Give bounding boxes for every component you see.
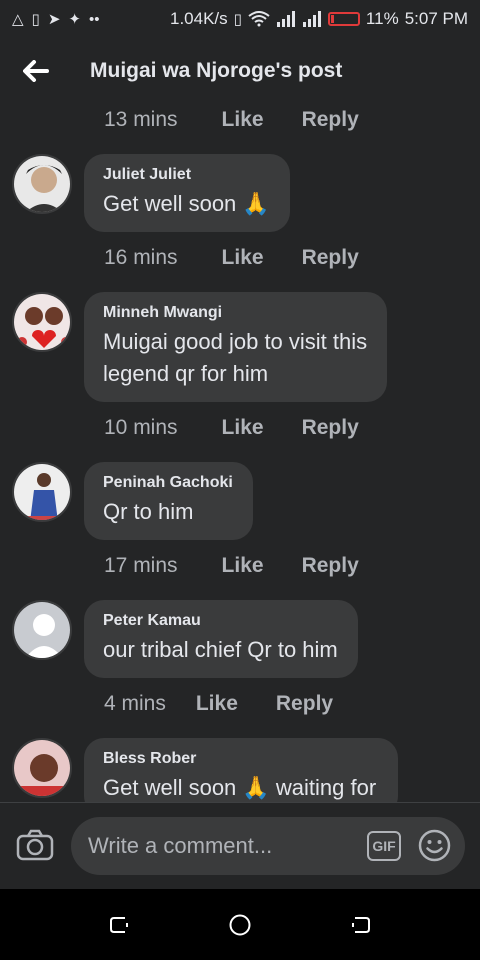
back-nav-button[interactable]: [340, 905, 380, 945]
emoji-icon: [418, 829, 451, 862]
recents-button[interactable]: [100, 905, 140, 945]
default-avatar-icon: [14, 602, 70, 658]
comment-author[interactable]: Juliet Juliet: [103, 166, 270, 184]
comment-text: Qr to him: [103, 499, 194, 524]
comment-time: 4 mins: [104, 692, 166, 715]
back-button[interactable]: [0, 38, 72, 104]
battery-low-icon: [327, 12, 360, 26]
like-button[interactable]: Like: [222, 554, 264, 578]
notification-icon: ▯: [31, 10, 40, 28]
clock: 5:07 PM: [404, 9, 468, 28]
comment-author[interactable]: Peninah Gachoki: [103, 474, 233, 492]
camera-button[interactable]: [16, 829, 56, 863]
system-nav-bar: [0, 889, 480, 960]
avatar[interactable]: [12, 154, 72, 214]
avatar-image: [14, 464, 70, 520]
comment-author[interactable]: Bless Rober: [103, 750, 376, 768]
comment-composer: Write a comment... GIF: [0, 803, 480, 889]
avatar-image: [14, 156, 70, 212]
avatar[interactable]: [12, 462, 72, 522]
network-speed: 1.04K/s: [170, 9, 228, 28]
camera-icon: [16, 829, 54, 861]
home-button[interactable]: [220, 905, 260, 945]
vibrate-icon: ▯: [233, 10, 242, 28]
twitter-icon: ✦: [68, 10, 81, 28]
comment-text: Muigai good job to visit this legend qr …: [103, 326, 367, 390]
avatar-image: [14, 294, 70, 350]
emoji-button[interactable]: [418, 829, 451, 862]
gif-button[interactable]: GIF: [367, 831, 401, 861]
comment-time: 17 mins: [104, 554, 178, 577]
avatar[interactable]: [12, 292, 72, 352]
comment-text: Get well soon 🙏 waiting for: [103, 775, 377, 800]
comment-input[interactable]: Write a comment... GIF: [71, 817, 465, 875]
comments-list[interactable]: 13 mins Like Reply Juliet Juliet Get wel…: [0, 100, 480, 802]
comment-meta-row: 13 mins Like Reply: [0, 100, 480, 140]
comment-item: Juliet Juliet Get well soon 🙏: [0, 154, 480, 232]
signal-icon: [302, 11, 321, 27]
status-bar: △ ▯ ➤ ✦ •• 1.04K/s ▯ 11% 5:07 PM: [0, 0, 480, 38]
comment-item: Peter Kamau our tribal chief Qr to him: [0, 600, 480, 678]
reply-button[interactable]: Reply: [302, 108, 359, 132]
comment-text: Get well soon 🙏: [103, 191, 270, 216]
comment-text-line: Muigai good job to visit this: [103, 329, 368, 354]
avatar[interactable]: [12, 600, 72, 660]
comment-author[interactable]: Peter Kamau: [103, 612, 338, 630]
comment-item: Peninah Gachoki Qr to him: [0, 462, 480, 540]
like-button[interactable]: Like: [222, 108, 264, 132]
comment-meta-row: 16 mins Like Reply: [0, 238, 480, 278]
avatar-image: [14, 740, 70, 796]
comment-bubble[interactable]: Minneh Mwangi Muigai good job to visit t…: [84, 292, 388, 402]
more-dots-icon: ••: [88, 10, 100, 28]
comment-bubble[interactable]: Peninah Gachoki Qr to him: [84, 462, 253, 540]
comment-bubble[interactable]: Juliet Juliet Get well soon 🙏: [84, 154, 290, 232]
back-arrow-icon: [23, 60, 49, 82]
like-button[interactable]: Like: [222, 246, 264, 270]
comment-time: 13 mins: [104, 108, 178, 131]
comment-time: 10 mins: [104, 416, 178, 439]
status-right: 1.04K/s ▯ 11% 5:07 PM: [170, 9, 468, 29]
comment-bubble[interactable]: Bless Rober Get well soon 🙏 waiting for: [84, 738, 399, 802]
comment-item: Bless Rober Get well soon 🙏 waiting for: [0, 738, 480, 802]
comment-time: 16 mins: [104, 246, 178, 269]
alert-icon: △: [12, 10, 24, 28]
reply-button[interactable]: Reply: [302, 246, 359, 270]
recents-icon: [110, 916, 128, 933]
comment-text-line: legend qr for him: [103, 361, 269, 386]
reply-button[interactable]: Reply: [302, 416, 359, 440]
like-button[interactable]: Like: [222, 416, 264, 440]
home-icon: [229, 914, 251, 935]
reply-button[interactable]: Reply: [276, 692, 333, 716]
comment-item: Minneh Mwangi Muigai good job to visit t…: [0, 292, 480, 402]
battery-percent: 11%: [365, 9, 399, 28]
status-left: △ ▯ ➤ ✦ ••: [12, 12, 99, 27]
back-nav-icon: [352, 916, 370, 933]
post-header: Muigai wa Njoroge's post: [0, 38, 480, 104]
comment-text: our tribal chief Qr to him: [103, 637, 338, 662]
comment-bubble[interactable]: Peter Kamau our tribal chief Qr to him: [84, 600, 358, 678]
comment-input-placeholder: Write a comment...: [88, 833, 273, 858]
signal-icon: [276, 11, 295, 27]
comment-meta-row: 4 mins Like Reply: [0, 684, 480, 724]
wifi-icon: [248, 11, 270, 27]
comment-meta-row: 17 mins Like Reply: [0, 546, 480, 586]
telegram-icon: ➤: [47, 10, 61, 28]
avatar[interactable]: [12, 738, 72, 798]
comment-meta-row: 10 mins Like Reply: [0, 408, 480, 448]
comment-author[interactable]: Minneh Mwangi: [103, 304, 367, 322]
page-title: Muigai wa Njoroge's post: [90, 59, 343, 82]
like-button[interactable]: Like: [196, 692, 238, 716]
reply-button[interactable]: Reply: [302, 554, 359, 578]
